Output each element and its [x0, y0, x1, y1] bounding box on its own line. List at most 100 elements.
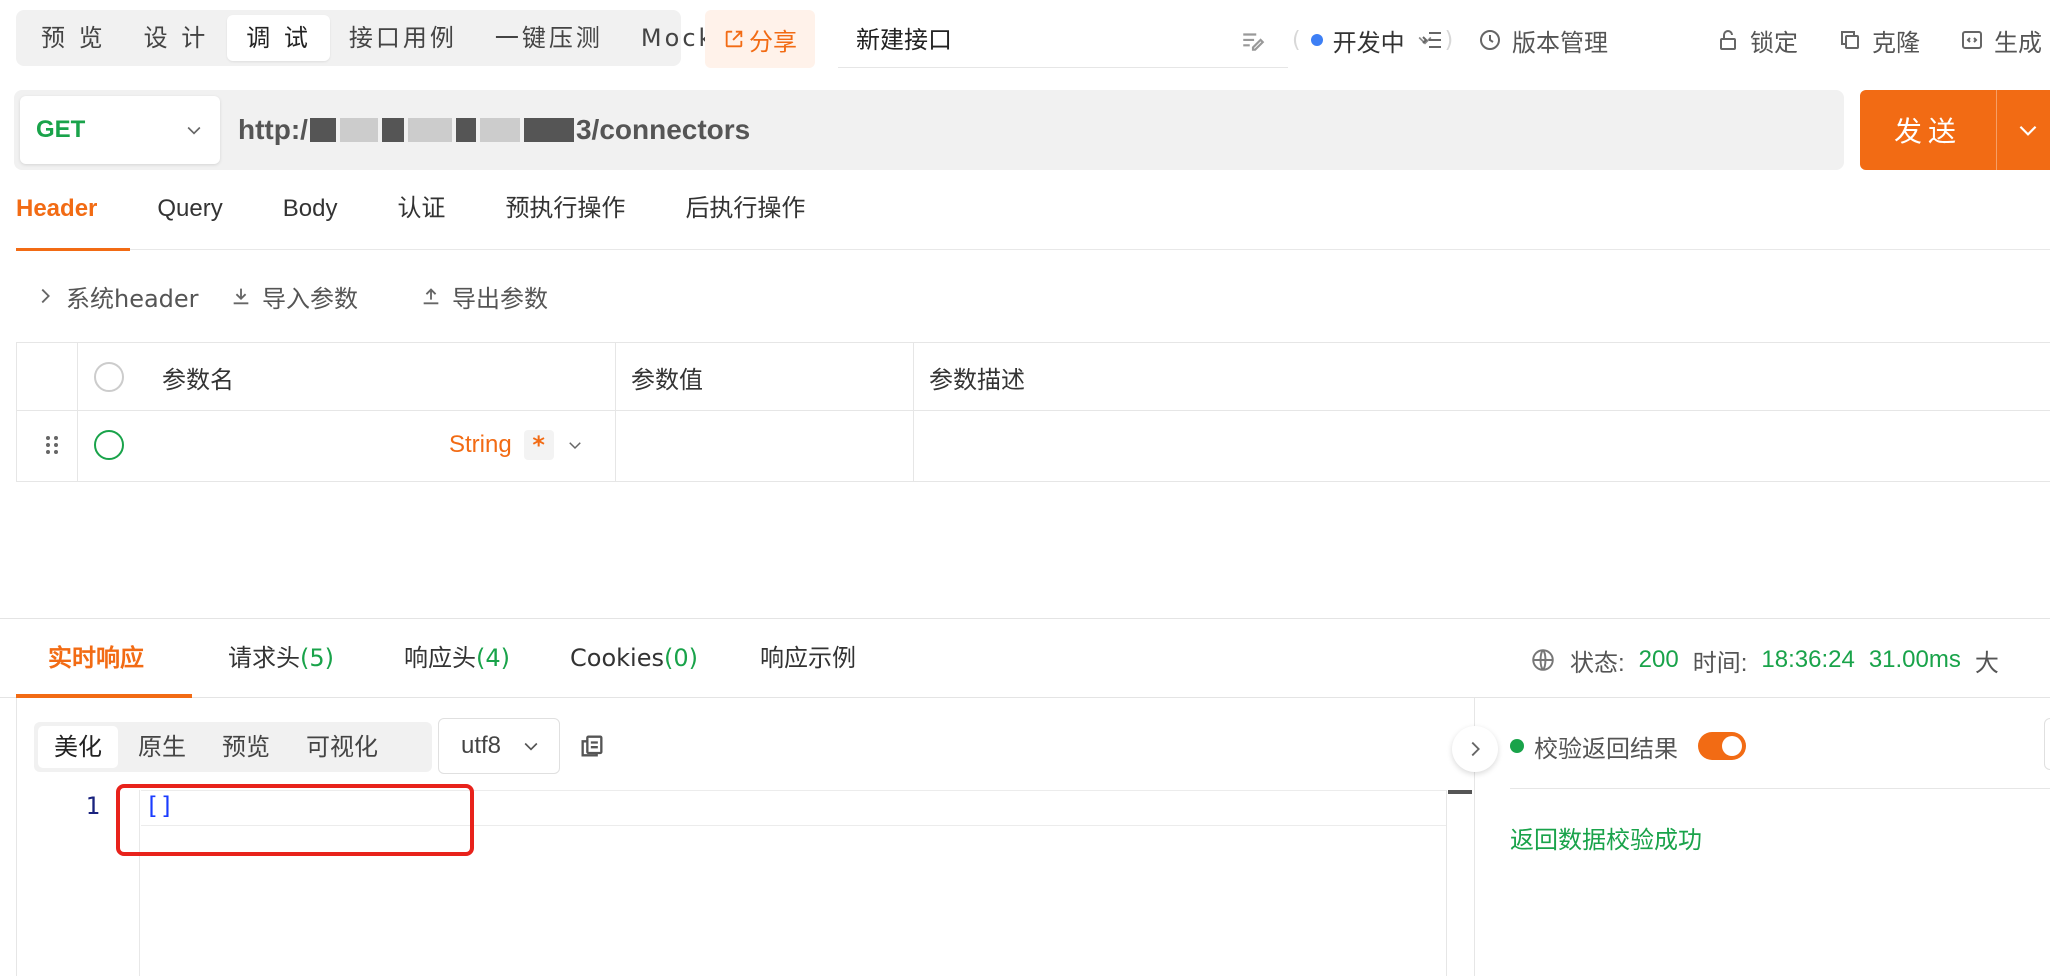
- tab-count: (5): [300, 644, 334, 672]
- status-bracket-left: (: [1292, 27, 1301, 53]
- request-tabs: Header Query Body 认证 预执行操作 后执行操作: [16, 186, 2050, 251]
- select-all-checkbox[interactable]: [89, 343, 129, 411]
- clone-button[interactable]: 克隆: [1838, 20, 1920, 60]
- tab-label: Cookies: [570, 644, 664, 672]
- tab-auth[interactable]: 认证: [397, 186, 445, 250]
- tab-cookies[interactable]: Cookies(0): [570, 619, 698, 699]
- url-suffix: 3/connectors: [575, 114, 751, 145]
- status-label: 状态:: [1570, 649, 1625, 677]
- circle-checkbox-icon: [94, 362, 124, 392]
- row-checkbox[interactable]: [89, 411, 129, 479]
- lock-button[interactable]: 锁定: [1716, 20, 1798, 60]
- response-duration: 31.00ms: [1868, 646, 1961, 673]
- version-label: 版本管理: [1512, 28, 1608, 57]
- chevron-down-icon[interactable]: [2015, 117, 2041, 143]
- param-type-label: String: [449, 431, 512, 458]
- clone-label: 克隆: [1872, 28, 1920, 57]
- tab-response-headers[interactable]: 响应头(4): [404, 619, 510, 699]
- tab-design[interactable]: 设 计: [125, 15, 228, 61]
- tab-preview[interactable]: 预览: [206, 726, 286, 768]
- url-input[interactable]: http:/ 3/connectors: [238, 108, 750, 152]
- validation-label: 校验返回结果: [1534, 734, 1678, 763]
- param-type-select[interactable]: String *: [449, 411, 584, 479]
- tab-preview[interactable]: 预 览: [22, 15, 125, 61]
- share-label: 分享: [749, 27, 797, 56]
- tab-post-script[interactable]: 后执行操作: [685, 186, 805, 250]
- response-meta: 状态: 200 时间: 18:36:24 31.00ms 大: [1530, 640, 1999, 680]
- params-table: 参数名 参数值 参数描述 String *: [16, 342, 2050, 482]
- tab-count: (4): [476, 644, 510, 672]
- chevron-down-icon: [568, 442, 581, 450]
- required-toggle[interactable]: *: [523, 430, 554, 460]
- tab-response-examples[interactable]: 响应示例: [760, 619, 856, 699]
- collapse-panel-button[interactable]: [1452, 726, 1498, 772]
- size-label: 大: [1974, 649, 1999, 677]
- tab-request-headers[interactable]: 请求头(5): [228, 619, 334, 699]
- tab-raw[interactable]: 原生: [122, 726, 202, 768]
- tab-header[interactable]: Header: [16, 186, 131, 251]
- system-header-label: 系统header: [66, 284, 199, 313]
- tab-label: 请求头: [228, 644, 300, 672]
- method-select[interactable]: GET: [20, 96, 220, 164]
- tab-label: 实时响应: [48, 644, 144, 672]
- api-name-input[interactable]: 新建接口: [838, 12, 1288, 68]
- validation-toggle[interactable]: [1698, 732, 1746, 760]
- system-header-toggle[interactable]: 系统header: [34, 276, 199, 316]
- upload-icon: [423, 288, 439, 305]
- send-divider: [1996, 90, 1997, 170]
- tab-label: 响应示例: [760, 644, 856, 672]
- editor-scrollbar[interactable]: [1446, 790, 1472, 976]
- tab-live-response[interactable]: 实时响应: [48, 619, 144, 699]
- edit-icon[interactable]: [1240, 28, 1266, 54]
- lock-label: 锁定: [1750, 28, 1798, 57]
- share-icon: [725, 30, 743, 48]
- param-name-input[interactable]: [137, 411, 477, 479]
- chevron-down-icon: [187, 126, 201, 135]
- export-params-button[interactable]: 导出参数: [420, 276, 548, 316]
- status-bracket-right: ): [1444, 27, 1454, 53]
- method-label: GET: [36, 116, 86, 143]
- column-header-value: 参数值: [631, 365, 703, 394]
- drag-handle-icon[interactable]: [37, 411, 67, 479]
- tab-load-test[interactable]: 一键压测: [476, 15, 622, 61]
- list-indent-icon: [1422, 32, 1441, 48]
- format-tabs: 美化 原生 预览 可视化: [34, 722, 432, 772]
- column-header-name: 参数名: [162, 365, 234, 394]
- tab-body[interactable]: Body: [283, 186, 338, 250]
- redacted-block: [479, 118, 520, 142]
- param-value-input[interactable]: [631, 411, 911, 479]
- chevron-right-icon: [1471, 741, 1480, 757]
- status-code: 200: [1638, 646, 1679, 673]
- annotation-highlight-box: [116, 784, 474, 856]
- clock-icon: [1480, 30, 1500, 50]
- table-row: String *: [17, 411, 2050, 479]
- column-divider: [913, 343, 914, 481]
- copy-icon[interactable]: [578, 732, 606, 760]
- time-label: 时间:: [1692, 649, 1748, 677]
- status-dot: [1310, 34, 1323, 46]
- tab-query[interactable]: Query: [157, 186, 222, 250]
- generate-label: 生成: [1994, 28, 2042, 57]
- scrollbar-thumb[interactable]: [1448, 790, 1472, 794]
- tab-pretty[interactable]: 美化: [38, 726, 118, 768]
- outline-toggle[interactable]: [1420, 20, 1444, 60]
- encoding-select[interactable]: utf8: [438, 718, 560, 774]
- import-params-button[interactable]: 导入参数: [230, 276, 358, 316]
- tab-debug[interactable]: 调 试: [227, 15, 330, 61]
- generate-code-button[interactable]: 生成: [1960, 20, 2042, 60]
- tab-test-cases[interactable]: 接口用例: [330, 15, 476, 61]
- send-label: 发送: [1893, 115, 1962, 148]
- validation-result: 返回数据校验成功: [1510, 826, 1702, 854]
- share-button[interactable]: 分享: [705, 10, 815, 68]
- globe-icon[interactable]: [1530, 647, 1556, 673]
- version-button[interactable]: 版本管理: [1478, 20, 1608, 60]
- side-panel-button[interactable]: [2044, 718, 2050, 770]
- tab-visualize[interactable]: 可视化: [290, 726, 394, 768]
- param-description-input[interactable]: [929, 411, 2029, 479]
- import-label: 导入参数: [262, 284, 358, 313]
- redacted-block: [407, 118, 452, 142]
- tab-pre-script[interactable]: 预执行操作: [505, 186, 625, 250]
- validation-row: 校验返回结果: [1510, 726, 1746, 766]
- send-button[interactable]: 发送: [1860, 90, 2050, 170]
- url-prefix: http:/: [238, 114, 308, 145]
